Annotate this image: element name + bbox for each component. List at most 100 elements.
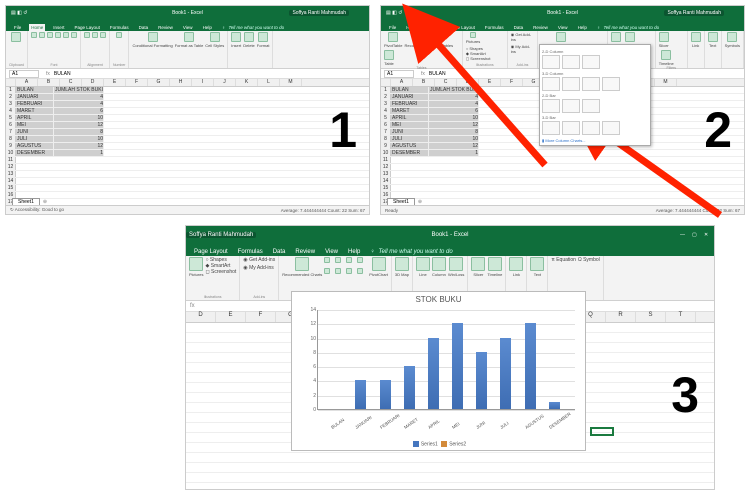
selected-cell[interactable] bbox=[590, 427, 614, 436]
text-button[interactable]: Text bbox=[708, 32, 718, 48]
paste-button[interactable] bbox=[11, 32, 21, 42]
tell-me[interactable]: ♀ Tell me what you want to do bbox=[595, 24, 663, 31]
chart-opt[interactable] bbox=[602, 77, 620, 91]
tab-view[interactable]: View bbox=[556, 24, 570, 31]
chart-opt[interactable] bbox=[562, 121, 580, 135]
link-button[interactable]: Link bbox=[509, 257, 523, 277]
my-addins-button[interactable]: ◉ My Add-ins bbox=[511, 44, 535, 54]
chart-opt[interactable] bbox=[542, 77, 560, 91]
table-button[interactable]: Table bbox=[384, 50, 394, 66]
pivotchart-button[interactable]: PivotChart bbox=[369, 257, 388, 277]
timeline-button[interactable]: Timeline bbox=[659, 50, 674, 66]
spark-wl[interactable]: Win/Loss bbox=[448, 257, 464, 277]
tab-data[interactable]: Data bbox=[137, 24, 151, 31]
tab-page-layout[interactable]: Page Layout bbox=[192, 248, 230, 256]
pictures-button[interactable]: Pictures bbox=[466, 32, 480, 44]
chart-btn[interactable] bbox=[346, 257, 352, 263]
tab-review[interactable]: Review bbox=[531, 24, 550, 31]
tab-insert[interactable]: Insert bbox=[51, 24, 66, 31]
screenshot-button[interactable]: ◻ Screenshot bbox=[205, 269, 236, 275]
get-addins-button[interactable]: ◉ Get Add-ins bbox=[511, 32, 535, 42]
tab-formulas[interactable]: Formulas bbox=[108, 24, 131, 31]
chart-opt[interactable] bbox=[542, 99, 560, 113]
tab-file[interactable]: File bbox=[387, 24, 398, 31]
chart-opt[interactable] bbox=[582, 55, 600, 69]
fx-icon[interactable]: fx bbox=[46, 71, 50, 77]
3dmap-button[interactable]: 3D Map bbox=[395, 257, 409, 277]
chart-btn[interactable] bbox=[357, 257, 363, 263]
tab-review[interactable]: Review bbox=[293, 248, 317, 256]
get-addins-button[interactable]: ◉ Get Add-ins bbox=[243, 257, 275, 263]
user-badge[interactable]: Soffya Ranti Mahmudah bbox=[186, 232, 256, 238]
my-addins-button[interactable]: ◉ My Add-ins bbox=[243, 265, 275, 271]
pictures-button[interactable]: Pictures bbox=[189, 257, 203, 277]
tab-insert[interactable]: Insert bbox=[426, 24, 441, 31]
spark-line[interactable]: Line bbox=[416, 257, 430, 277]
timeline-button[interactable]: Timeline bbox=[487, 257, 502, 277]
chart-opt[interactable] bbox=[562, 77, 580, 91]
new-sheet-button[interactable]: ⊕ bbox=[43, 199, 47, 205]
slicer-button[interactable]: Slicer bbox=[471, 257, 485, 277]
bold-button[interactable] bbox=[31, 32, 37, 38]
cond-fmt-button[interactable]: Conditional Formatting bbox=[132, 32, 172, 48]
cell-insert-button[interactable]: Insert bbox=[231, 32, 241, 48]
pivot-button[interactable]: PivotTable bbox=[384, 32, 402, 48]
tab-data[interactable]: Data bbox=[271, 248, 288, 256]
chart-btn[interactable] bbox=[357, 268, 363, 274]
chart-opt[interactable] bbox=[542, 55, 560, 69]
fontcolor-button[interactable] bbox=[71, 32, 77, 38]
tab-file[interactable]: File bbox=[12, 24, 23, 31]
merge-button[interactable] bbox=[100, 32, 106, 38]
chart-btn[interactable] bbox=[335, 268, 341, 274]
tab-help[interactable]: Help bbox=[201, 24, 214, 31]
max-icon[interactable]: ▢ bbox=[692, 232, 698, 238]
tab-review[interactable]: Review bbox=[156, 24, 175, 31]
chart-opt[interactable] bbox=[582, 77, 600, 91]
tab-data[interactable]: Data bbox=[512, 24, 526, 31]
tell-me[interactable]: ♀ Tell me what you want to do bbox=[368, 248, 456, 256]
cell-delete-button[interactable]: Delete bbox=[243, 32, 255, 48]
tab-view[interactable]: View bbox=[181, 24, 195, 31]
equation-button[interactable]: π Equation bbox=[551, 257, 576, 263]
slicer-button[interactable]: Slicer bbox=[659, 32, 669, 48]
underline-button[interactable] bbox=[47, 32, 53, 38]
border-button[interactable] bbox=[55, 32, 61, 38]
chart-opt[interactable] bbox=[582, 99, 600, 113]
user-badge[interactable]: Soffya Ranti Mahmudah bbox=[664, 10, 724, 16]
tab-help[interactable]: Help bbox=[576, 24, 589, 31]
chart-opt[interactable] bbox=[542, 121, 560, 135]
chart-btn[interactable] bbox=[324, 268, 330, 274]
italic-button[interactable] bbox=[39, 32, 45, 38]
chart-opt[interactable] bbox=[562, 55, 580, 69]
new-sheet-button[interactable]: ⊕ bbox=[418, 199, 422, 205]
name-box[interactable]: A1 bbox=[9, 70, 39, 78]
cell-format-button[interactable]: Format bbox=[257, 32, 270, 48]
fmt-table-button[interactable]: Format as Table bbox=[175, 32, 204, 48]
chart-opt[interactable] bbox=[562, 99, 580, 113]
sheet-tab[interactable]: Sheet1 bbox=[12, 198, 40, 205]
link-button[interactable]: Link bbox=[691, 32, 701, 48]
tab-home[interactable]: Home bbox=[29, 24, 45, 31]
chart-btn[interactable] bbox=[346, 268, 352, 274]
formula-content[interactable]: BULAN bbox=[54, 71, 71, 77]
sheet-tab[interactable]: Sheet1 bbox=[387, 198, 415, 205]
chart-type-gallery[interactable]: 2-D Column 3-D Column 2-D Bar 3-D Bar ▮ … bbox=[539, 44, 651, 146]
rec-charts-button[interactable]: Recommended Charts bbox=[282, 257, 322, 277]
chart-btn[interactable] bbox=[335, 257, 341, 263]
symbols-button[interactable]: Symbols bbox=[725, 32, 740, 48]
user-badge[interactable]: Soffya Ranti Mahmudah bbox=[289, 10, 349, 16]
spark-col[interactable]: Column bbox=[432, 257, 446, 277]
more-charts-link[interactable]: ▮ More Column Charts... bbox=[542, 138, 648, 143]
fillcolor-button[interactable] bbox=[63, 32, 69, 38]
fx-icon[interactable]: fx bbox=[190, 303, 195, 309]
symbol-button[interactable]: Ω Symbol bbox=[578, 257, 600, 263]
cell-styles-button[interactable]: Cell Styles bbox=[205, 32, 224, 48]
worksheet-grid[interactable]: ABCDEFGHIJKLM 1BULANJUMLAH STOK BUKU2JAN… bbox=[6, 79, 369, 213]
name-box[interactable]: A1 bbox=[384, 70, 414, 78]
chart-btn[interactable] bbox=[324, 257, 330, 263]
min-icon[interactable]: — bbox=[680, 232, 686, 238]
tell-me[interactable]: ♀ Tell me what you want to do bbox=[220, 24, 288, 31]
wrap-button[interactable] bbox=[92, 32, 98, 38]
rec-pivot-button[interactable]: Recommended PivotTables bbox=[404, 32, 453, 48]
column-chart[interactable]: STOK BUKU 02468101214 BULANJANUARIFEBRUA… bbox=[291, 291, 586, 451]
